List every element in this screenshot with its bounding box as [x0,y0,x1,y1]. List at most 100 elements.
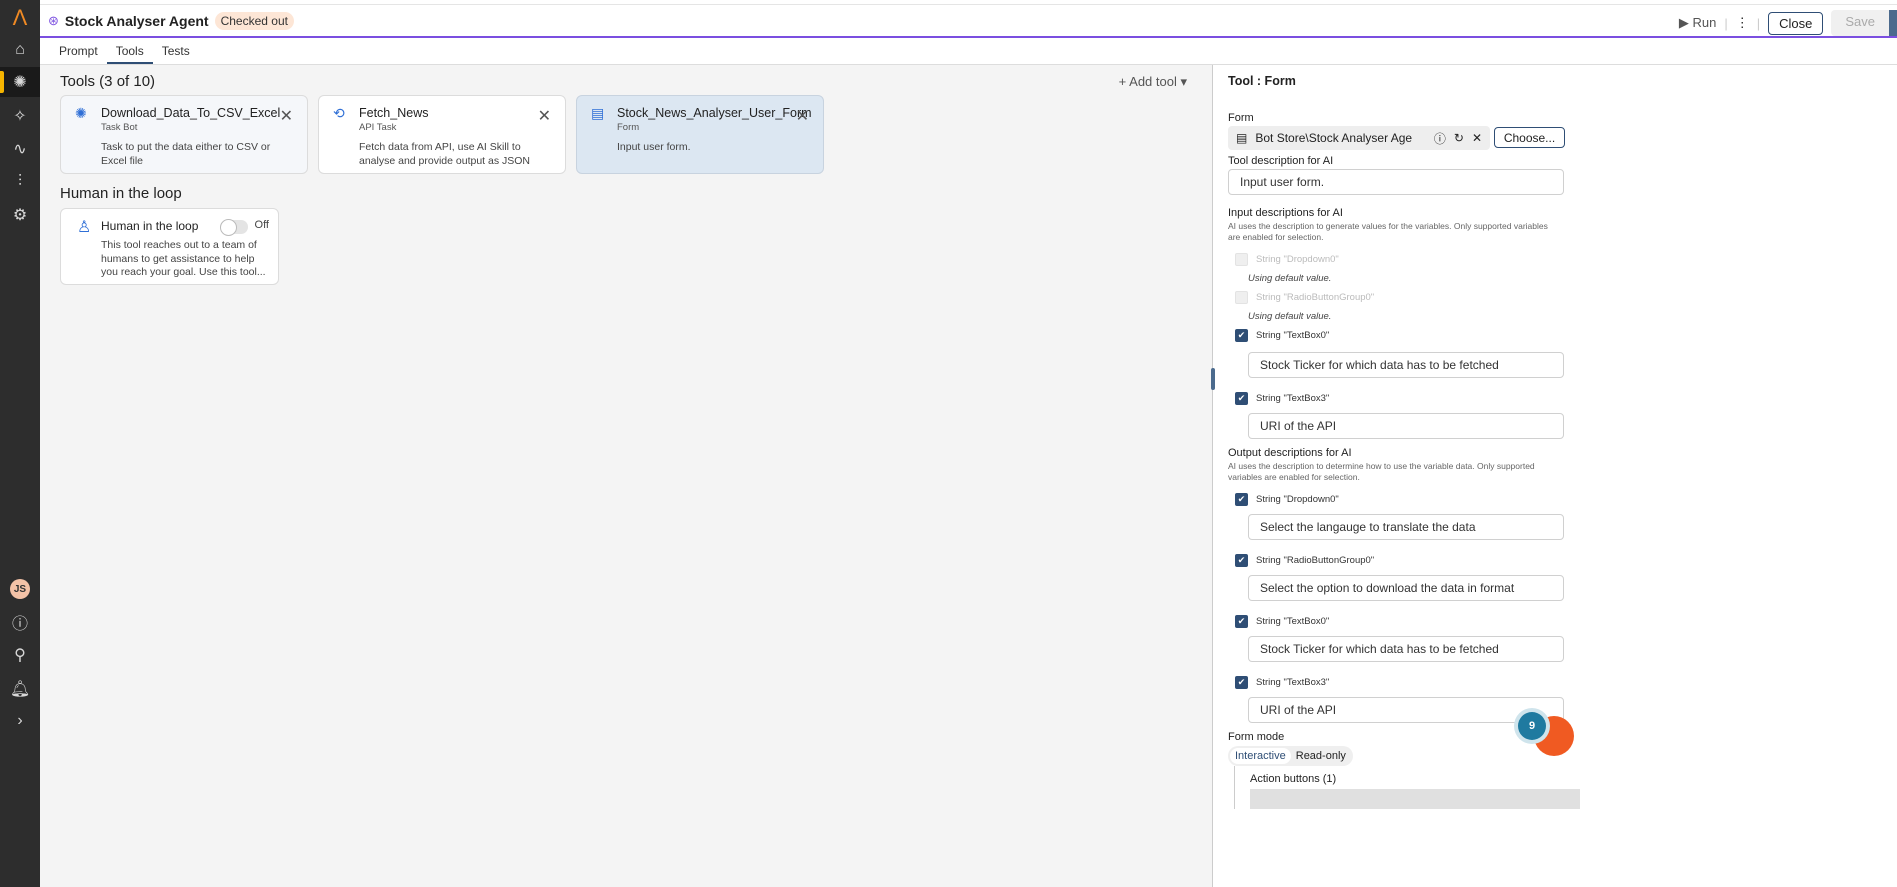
tool-type: Form [617,122,640,133]
user-avatar[interactable]: JS [0,574,40,604]
form-mode-toggle: Interactive Read-only [1228,745,1353,766]
input-help-text: AI uses the description to generate valu… [1228,221,1548,243]
save-dropdown-button[interactable] [1889,10,1897,36]
status-badge: Checked out [214,11,294,30]
tool-description: Input user form. [617,141,691,153]
expand-chevron-icon[interactable]: › [0,706,40,736]
clear-icon[interactable]: ✕ [1472,131,1482,145]
tool-description: Fetch data from API, use AI Skill to ana… [359,141,531,167]
play-icon: ▶ [1678,15,1693,30]
tool-properties-panel: Tool : Form Form ▤ Bot Store\Stock Analy… [1213,65,1897,887]
input-variable-row: String "Dropdown0" [1235,252,1897,268]
home-icon[interactable]: ⌂ [0,35,40,65]
info-icon[interactable]: ⓘ [1434,130,1446,147]
output-variable-row[interactable]: ✔ String "Dropdown0" [1235,492,1897,508]
task-bot-icon: ✺ [75,105,87,121]
variable-label: String "TextBox3" [1256,677,1330,689]
variable-label: String "RadioButtonGroup0" [1256,555,1375,567]
output-description-field[interactable]: URI of the API [1248,696,1564,723]
tool-card[interactable]: ⟲ Fetch_News API Task Fetch data from AP… [318,95,566,174]
action-buttons-label: Action buttons (1) [1250,772,1337,785]
tool-card[interactable]: ✺ Download_Data_To_CSV_Excel Task Bot Ta… [60,95,308,174]
activity-icon[interactable]: ∿ [0,134,40,164]
action-button-row[interactable] [1250,788,1580,809]
checkbox-checked[interactable]: ✔ [1235,392,1248,406]
input-description-field[interactable]: Stock Ticker for which data has to be fe… [1248,351,1564,378]
action-buttons-section: Action buttons (1) [1234,765,1897,809]
choose-button[interactable]: Choose... [1494,127,1565,148]
bell-icon[interactable]: 🔔︎ [0,674,40,704]
mode-interactive[interactable]: Interactive [1230,747,1291,764]
person-icon: ♙ [77,219,92,236]
close-button[interactable]: Close [1768,11,1824,35]
input-description-field[interactable]: URI of the API [1248,412,1564,439]
refresh-icon[interactable]: ↻ [1454,131,1464,145]
divider: | [1756,15,1761,31]
form-file-icon: ▤ [1236,131,1248,145]
input-variable-row: String "RadioButtonGroup0" [1235,290,1897,306]
more-options-button[interactable]: ⋮ [1736,15,1749,31]
output-variable-row[interactable]: ✔ String "TextBox3" [1235,675,1897,691]
tab-tools[interactable]: Tools [106,38,153,64]
tool-name: Download_Data_To_CSV_Excel [101,106,281,120]
input-variable-row[interactable]: ✔ String "TextBox3" [1235,391,1897,407]
checkbox-checked[interactable]: ✔ [1235,676,1248,690]
tool-description-input[interactable]: Input user form. [1228,169,1564,195]
agent-icon: ⊛ [48,12,59,28]
header: ⊛ Stock Analyser Agent Checked out ▶ Run… [40,4,1897,38]
remove-tool-icon[interactable]: ✕ [538,106,551,126]
hitl-description: This tool reaches out to a team of human… [101,239,266,279]
ai-sparkle-icon[interactable]: ✧ [0,101,40,131]
tool-description: Task to put the data either to CSV or Ex… [101,141,271,167]
add-tool-button[interactable]: + Add tool ▾ [1119,74,1187,90]
toggle-label: Off [254,219,269,231]
tool-name: Stock_News_Analyser_User_Form [617,106,812,120]
output-descriptions-label: Output descriptions for AI [1228,446,1352,459]
tools-area: Tools (3 of 10) + Add tool ▾ ✺ Download_… [40,65,1213,887]
input-variable-row[interactable]: ✔ String "TextBox0" [1235,328,1897,344]
mode-read-only[interactable]: Read-only [1291,748,1351,764]
variable-label: String "TextBox0" [1256,616,1330,628]
run-button[interactable]: ▶ Run [1679,15,1716,31]
remove-tool-icon[interactable]: ✕ [280,106,293,126]
tool-type: Task Bot [101,122,138,133]
sliders-icon[interactable]: ⫶ [0,167,40,197]
output-description-field[interactable]: Select the langauge to translate the dat… [1248,513,1564,540]
output-variable-row[interactable]: ✔ String "RadioButtonGroup0" [1235,553,1897,569]
output-description-field[interactable]: Select the option to download the data i… [1248,574,1564,601]
hitl-toggle[interactable] [220,219,248,236]
page-title: Stock Analyser Agent [64,12,209,29]
agents-icon[interactable]: ✺ [0,67,40,97]
checkbox [1235,291,1248,305]
map-pin-icon[interactable]: ⚲ [0,640,40,670]
tab-bar: Prompt Tools Tests [40,38,1897,65]
variable-label: String "RadioButtonGroup0" [1256,292,1375,304]
output-variable-row[interactable]: ✔ String "TextBox0" [1235,614,1897,630]
tool-description-label: Tool description for AI [1228,155,1334,167]
remove-tool-icon[interactable]: ✕ [796,106,809,126]
tab-prompt[interactable]: Prompt [50,38,107,64]
output-description-field[interactable]: Stock Ticker for which data has to be fe… [1248,635,1564,662]
checkbox-checked[interactable]: ✔ [1235,615,1248,629]
variable-label: String "Dropdown0" [1256,254,1339,266]
default-value-note: Using default value. [1248,310,1332,322]
tool-card-selected[interactable]: ▤ Stock_News_Analyser_User_Form Form Inp… [576,95,824,174]
notification-count-badge[interactable]: 9 [1518,712,1546,740]
default-value-note: Using default value. [1248,272,1332,284]
sidebar: Λ ⌂ ✺ ✧ ∿ ⫶ ⚙ JS ⓘ ⚲ 🔔︎ › [0,0,40,887]
tab-tests[interactable]: Tests [153,38,199,64]
save-button[interactable]: Save [1831,10,1889,36]
checkbox-checked[interactable]: ✔ [1235,554,1248,568]
settings-gear-icon[interactable]: ⚙ [0,200,40,230]
variable-label: String "TextBox0" [1256,330,1330,342]
checkbox [1235,253,1248,267]
checkbox-checked[interactable]: ✔ [1235,329,1248,343]
tool-name: Fetch_News [359,106,429,120]
hitl-card: ♙ Human in the loop Off This tool reache… [60,208,279,285]
checkbox-checked[interactable]: ✔ [1235,493,1248,507]
help-icon[interactable]: ⓘ [0,607,40,637]
form-path-field: ▤ Bot Store\Stock Analyser Age ⓘ ↻ ✕ [1228,126,1490,150]
tools-heading: Tools (3 of 10) [60,73,156,90]
api-task-icon: ⟲ [333,105,345,121]
logo-icon[interactable]: Λ [0,3,40,33]
